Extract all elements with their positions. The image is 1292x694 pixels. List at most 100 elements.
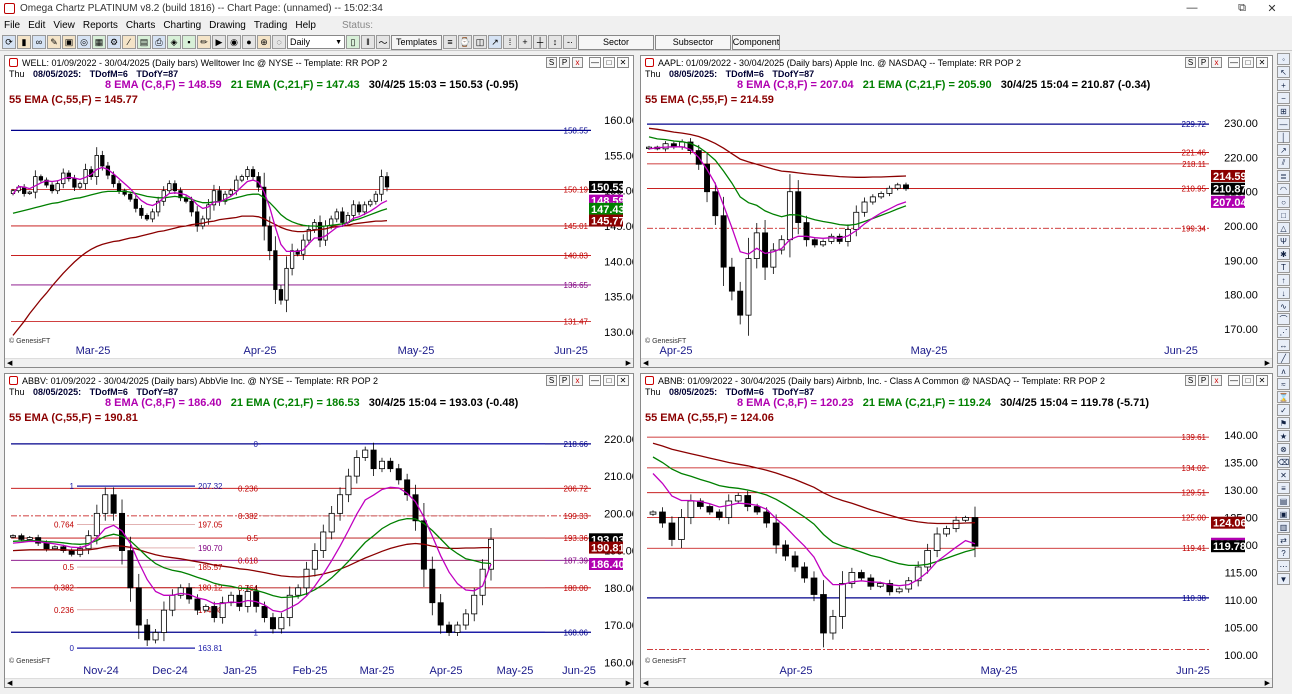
candle[interactable] [245,166,250,180]
arrow-up-icon[interactable]: ↑ [1277,274,1290,286]
candle[interactable] [144,213,150,222]
triangle-icon[interactable]: △ [1277,222,1290,234]
candle[interactable] [412,484,419,531]
candle[interactable] [278,284,284,305]
wave-icon[interactable]: ≈ [1277,378,1290,390]
toggle-icon[interactable]: ◦ [1277,53,1290,65]
candle[interactable] [334,208,339,223]
component-button[interactable]: Component [732,34,781,50]
candle[interactable] [284,256,289,313]
sync-icon[interactable]: ⇄ [1277,534,1290,546]
candle[interactable] [737,281,744,325]
chart-pane-abbv[interactable]: ABBV: 01/09/2022 - 30/04/2025 (Daily bar… [4,373,634,688]
candle[interactable] [49,182,55,194]
scroll-right-icon[interactable]: ▶ [626,679,631,687]
hline-icon[interactable]: — [1277,118,1290,130]
candle[interactable] [273,236,278,304]
brush-icon[interactable]: ∕ [122,35,136,49]
menu-trading[interactable]: Trading [254,20,288,31]
candle[interactable] [289,243,295,276]
candle[interactable] [269,612,276,634]
measure-icon[interactable]: ↔ [1277,339,1290,351]
candle[interactable] [704,153,711,203]
scroll-left-icon[interactable]: ◀ [643,359,648,367]
candle[interactable] [770,243,777,274]
rect-icon[interactable]: □ [1277,209,1290,221]
candle[interactable] [734,492,742,504]
candle[interactable] [886,579,894,596]
candle[interactable] [236,590,243,612]
candle[interactable] [762,220,769,280]
template-icon[interactable]: ▤ [1277,495,1290,507]
vline-icon[interactable]: │ [1277,131,1290,143]
print-icon[interactable]: ⎙ [152,35,166,49]
candle[interactable] [869,194,876,205]
elliott-icon[interactable]: ʌ [1277,365,1290,377]
candle[interactable] [122,188,127,197]
candle[interactable] [858,569,865,581]
candle[interactable] [744,490,752,512]
chart-icon[interactable]: ▤ [137,35,151,49]
chart-pane-well[interactable]: WELL: 01/09/2022 - 30/04/2025 (Daily bar… [4,55,634,368]
menu-help[interactable]: Help [295,20,316,31]
candle[interactable] [715,509,723,521]
price-chart[interactable]: 139.61 134.02 129.51 125.00 119.41 110.38 140.… [641,374,1272,677]
ring-icon[interactable]: ◌ [272,35,286,49]
candle[interactable] [152,629,159,644]
clock-icon[interactable]: ⌚ [458,35,473,49]
horizontal-scrollbar[interactable]: ◀ ▶ [5,358,633,367]
candle[interactable] [160,601,167,642]
candle[interactable] [471,587,478,622]
candle[interactable] [311,543,318,577]
candle[interactable] [33,170,38,199]
candle[interactable] [222,190,228,205]
candle[interactable] [878,191,885,199]
candle[interactable] [177,584,184,599]
candle[interactable] [156,196,161,217]
mark-icon[interactable]: ✓ [1277,404,1290,416]
candle[interactable] [446,621,453,636]
arrow-down-icon[interactable]: ↓ [1277,287,1290,299]
candle[interactable] [829,609,837,640]
scroll-left-icon[interactable]: ◀ [7,359,12,367]
candle[interactable] [659,507,666,528]
candle[interactable] [678,508,685,549]
candle[interactable] [303,561,310,596]
time-icon[interactable]: ⌛ [1277,391,1290,403]
line-icon[interactable]: 〜 [376,35,390,49]
menu-drawing[interactable]: Drawing [209,20,246,31]
scroll-left-icon[interactable]: ◀ [643,679,648,687]
candle[interactable] [128,191,133,202]
close-button[interactable]: ✕ [1252,0,1292,16]
candle[interactable] [903,182,909,191]
cycle-icon[interactable]: ∿ [1277,300,1290,312]
candle[interactable] [649,510,657,516]
ohlc-icon[interactable]: ‖ [361,35,375,49]
candle[interactable] [139,205,144,219]
stop-icon[interactable]: ◉ [227,35,241,49]
candle[interactable] [317,215,323,248]
candle[interactable] [167,180,172,195]
candle[interactable] [429,556,436,616]
candle[interactable] [379,169,384,202]
candle[interactable] [820,580,827,648]
candle[interactable] [488,527,494,581]
refresh-icon[interactable]: ⟳ [2,35,16,49]
horizontal-scrollbar[interactable]: ◀ ▶ [5,678,633,687]
period-select[interactable]: Daily ▼ [287,35,345,49]
save-icon[interactable]: ▣ [1277,508,1290,520]
dash-icon[interactable]: -· [563,35,578,49]
candle[interactable] [811,237,818,248]
templates-button[interactable]: Templates [391,34,443,50]
candle[interactable] [195,206,200,232]
candle[interactable] [943,525,950,537]
candle[interactable] [697,498,704,510]
candle[interactable] [404,473,411,501]
sector-button[interactable]: Sector [578,34,655,50]
minimize-button[interactable]: — [1172,0,1212,16]
price-chart[interactable]: 158.55 150.19 145.01 140.83 136.65 131.47 160.… [5,56,633,357]
lock-icon[interactable]: ⊗ [1277,443,1290,455]
candle[interactable] [848,567,856,589]
candle[interactable] [668,516,676,547]
candle[interactable] [803,215,810,247]
